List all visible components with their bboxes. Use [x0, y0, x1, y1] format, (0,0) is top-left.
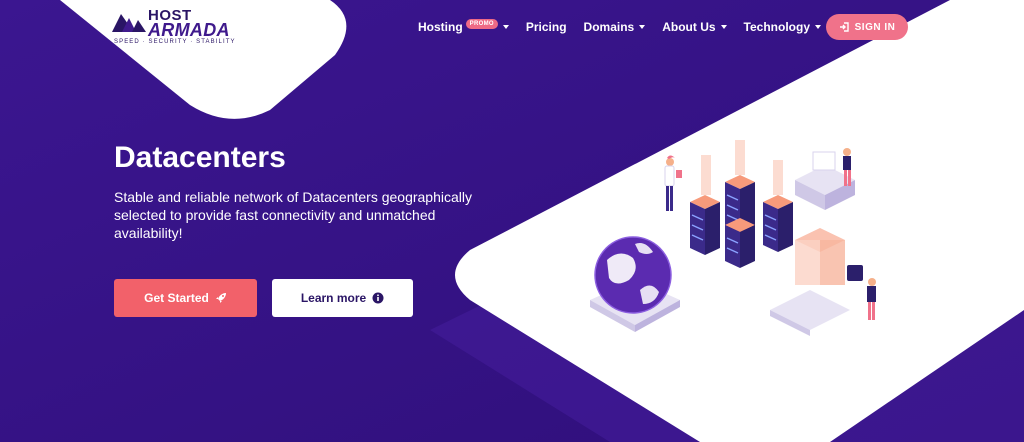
- nav-item-hosting[interactable]: Hosting PROMO: [418, 19, 509, 34]
- globe-illustration: [590, 236, 680, 332]
- person-at-computer: [795, 148, 855, 210]
- chevron-down-icon: [815, 25, 821, 29]
- nav-item-domains[interactable]: Domains: [584, 20, 646, 34]
- server-racks: [690, 140, 793, 268]
- nav-item-label: Technology: [743, 20, 810, 34]
- info-circle-icon: [372, 292, 384, 304]
- nav-item-label: Pricing: [525, 20, 567, 34]
- person-with-tablet: [847, 265, 876, 320]
- promo-badge: PROMO: [465, 19, 498, 29]
- brand-logo[interactable]: HOST ARMADA SPEED · SECURITY · STABILITY: [112, 6, 252, 46]
- chevron-down-icon: [502, 25, 509, 29]
- nav-item-label: About Us: [662, 20, 716, 34]
- nav-item-label: Hosting: [418, 20, 463, 34]
- armada-logo-icon: [112, 14, 146, 32]
- sign-in-label: SIGN IN: [854, 21, 896, 33]
- brand-armada-text: ARMADA: [148, 20, 230, 40]
- get-started-button[interactable]: Get Started: [114, 279, 257, 317]
- learn-more-button[interactable]: Learn more: [272, 279, 413, 317]
- nav-item-label: Domains: [583, 20, 635, 34]
- datacenter-illustration: [590, 140, 876, 336]
- main-nav: Hosting PROMO Pricing Domains About Us T…: [418, 17, 838, 37]
- person-with-clipboard: [664, 155, 682, 211]
- chevron-down-icon: [720, 25, 727, 29]
- brand-tagline: SPEED · SECURITY · STABILITY: [114, 39, 236, 45]
- nav-item-about-us[interactable]: About Us: [662, 20, 727, 34]
- rocket-icon: [215, 292, 227, 304]
- chevron-down-icon: [639, 25, 646, 29]
- hero-description: Stable and reliable network of Datacente…: [114, 189, 472, 241]
- learn-more-label: Learn more: [300, 291, 367, 305]
- get-started-label: Get Started: [144, 291, 209, 305]
- sign-in-icon: [839, 22, 849, 32]
- sign-in-button[interactable]: SIGN IN: [826, 14, 908, 40]
- nav-item-technology[interactable]: Technology: [744, 20, 821, 34]
- nav-item-pricing[interactable]: Pricing: [526, 20, 567, 34]
- page-title: Datacenters: [114, 141, 286, 174]
